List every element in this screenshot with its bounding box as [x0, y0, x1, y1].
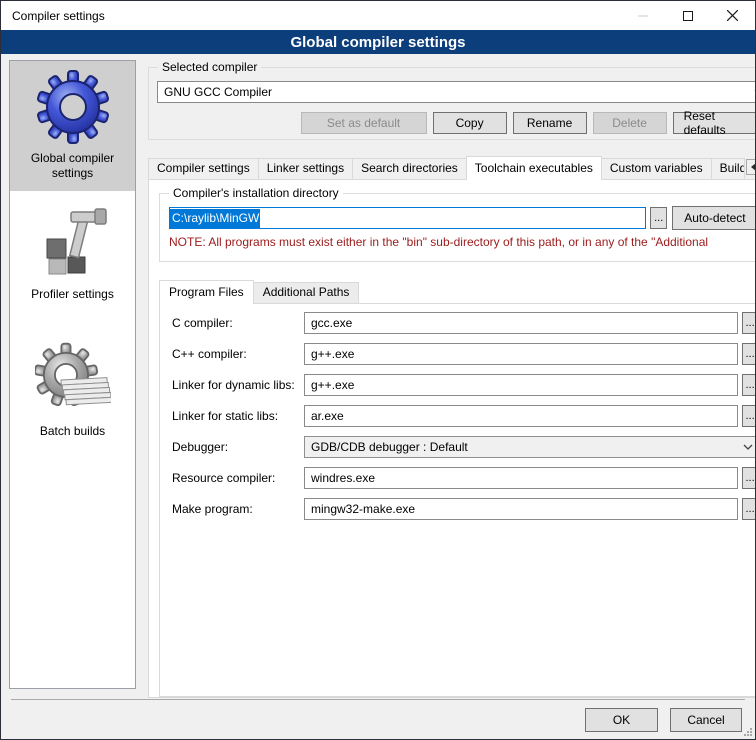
selected-compiler-group: Selected compiler GNU GCC Compiler Set a… [148, 67, 755, 140]
close-icon [727, 10, 738, 21]
installation-directory-input[interactable]: C:\raylib\MinGW [169, 207, 646, 229]
tab-scroll-left-button[interactable] [746, 159, 755, 175]
minimize-icon [638, 11, 648, 21]
close-button[interactable] [710, 1, 755, 30]
cancel-button[interactable]: Cancel [670, 708, 742, 732]
cpp-compiler-input[interactable] [305, 347, 737, 361]
auto-detect-button[interactable]: Auto-detect [672, 206, 755, 230]
batch-builds-icon [35, 342, 111, 418]
main-panel: Selected compiler GNU GCC Compiler Set a… [148, 60, 755, 699]
installation-directory-group: Compiler's installation directory C:\ray… [159, 193, 755, 262]
debugger-select[interactable]: GDB/CDB debugger : Default [304, 436, 755, 458]
field-row-debugger: Debugger: GDB/CDB debugger : Default [172, 436, 755, 458]
dynamic-linker-browse-button[interactable]: ... [742, 374, 755, 396]
resize-grip-icon[interactable] [744, 728, 753, 737]
sidebar-item-label: Global compiler settings [14, 151, 131, 181]
chevron-down-icon [738, 444, 755, 450]
c-compiler-input-wrap [304, 312, 738, 334]
tab-additional-paths[interactable]: Additional Paths [253, 282, 360, 303]
chevron-down-icon [749, 89, 755, 95]
tab-linker-settings[interactable]: Linker settings [258, 158, 353, 179]
set-as-default-button[interactable]: Set as default [301, 112, 427, 134]
resource-compiler-label: Resource compiler: [172, 471, 304, 485]
make-program-input-wrap [304, 498, 738, 520]
page-title: Global compiler settings [1, 30, 755, 54]
compiler-settings-dialog: Compiler settings Global compiler settin… [0, 0, 756, 740]
debugger-label: Debugger: [172, 440, 304, 454]
field-row-static-linker: Linker for static libs: ... [172, 405, 755, 427]
rename-button[interactable]: Rename [513, 112, 587, 134]
installation-directory-group-label: Compiler's installation directory [169, 186, 343, 200]
reset-defaults-button[interactable]: Reset defaults [673, 112, 755, 134]
ok-button[interactable]: OK [585, 708, 658, 732]
profiler-caliper-icon [35, 205, 111, 281]
minimize-button[interactable] [620, 1, 665, 30]
program-paths-tabbar: Program Files Additional Paths [159, 279, 755, 303]
field-row-c-compiler: C compiler: ... [172, 312, 755, 334]
cpp-compiler-browse-button[interactable]: ... [742, 343, 755, 365]
make-program-label: Make program: [172, 502, 304, 516]
c-compiler-label: C compiler: [172, 316, 304, 330]
maximize-button[interactable] [665, 1, 710, 30]
resource-compiler-browse-button[interactable]: ... [742, 467, 755, 489]
dialog-footer: OK Cancel [1, 699, 755, 739]
compiler-select-value: GNU GCC Compiler [158, 85, 749, 99]
field-row-resource-compiler: Resource compiler: ... [172, 467, 755, 489]
tab-search-directories[interactable]: Search directories [352, 158, 467, 179]
tab-scroll-arrows [745, 159, 755, 175]
dynamic-linker-input-wrap [304, 374, 738, 396]
static-linker-input[interactable] [305, 409, 737, 423]
tab-toolchain-executables[interactable]: Toolchain executables [466, 156, 602, 180]
tab-program-files[interactable]: Program Files [159, 280, 254, 304]
copy-button[interactable]: Copy [433, 112, 507, 134]
sidebar-item-global-compiler-settings[interactable]: Global compiler settings [10, 61, 135, 191]
sidebar-item-profiler-settings[interactable]: Profiler settings [10, 197, 135, 312]
debugger-select-value: GDB/CDB debugger : Default [305, 440, 738, 454]
field-row-dynamic-linker: Linker for dynamic libs: ... [172, 374, 755, 396]
tab-compiler-settings[interactable]: Compiler settings [148, 158, 259, 179]
selected-compiler-group-label: Selected compiler [158, 60, 261, 74]
dialog-content: Global compiler settings Profiler settin… [1, 54, 755, 699]
tab-custom-variables[interactable]: Custom variables [601, 158, 712, 179]
static-linker-input-wrap [304, 405, 738, 427]
tab-scroll-left-icon [751, 163, 755, 171]
make-program-input[interactable] [305, 502, 737, 516]
static-linker-label: Linker for static libs: [172, 409, 304, 423]
footer-buttons: OK Cancel [585, 708, 742, 732]
directory-note-text: NOTE: All programs must exist either in … [169, 235, 755, 249]
program-files-page: C compiler: ... C++ compiler: ... Linker… [159, 303, 755, 697]
browse-directory-button[interactable]: ... [650, 207, 667, 229]
resource-compiler-input[interactable] [305, 471, 737, 485]
sidebar-item-label: Profiler settings [31, 287, 114, 302]
footer-separator [11, 699, 745, 700]
dynamic-linker-input[interactable] [305, 378, 737, 392]
compiler-select[interactable]: GNU GCC Compiler [157, 81, 755, 103]
compiler-buttons-row: Set as default Copy Rename Delete Reset … [157, 112, 755, 134]
settings-tabbar: Compiler settings Linker settings Search… [148, 155, 755, 179]
make-program-browse-button[interactable]: ... [742, 498, 755, 520]
sidebar-item-batch-builds[interactable]: Batch builds [10, 334, 135, 449]
c-compiler-browse-button[interactable]: ... [742, 312, 755, 334]
resource-compiler-input-wrap [304, 467, 738, 489]
static-linker-browse-button[interactable]: ... [742, 405, 755, 427]
sidebar-item-label: Batch builds [40, 424, 105, 439]
dynamic-linker-label: Linker for dynamic libs: [172, 378, 304, 392]
field-row-make-program: Make program: ... [172, 498, 755, 520]
maximize-icon [683, 11, 693, 21]
settings-category-list: Global compiler settings Profiler settin… [9, 60, 136, 689]
field-row-cpp-compiler: C++ compiler: ... [172, 343, 755, 365]
installation-directory-row: C:\raylib\MinGW ... Auto-detect [169, 206, 755, 230]
titlebar[interactable]: Compiler settings [1, 1, 755, 30]
cpp-compiler-label: C++ compiler: [172, 347, 304, 361]
toolchain-executables-page: Compiler's installation directory C:\ray… [148, 179, 755, 698]
blue-gear-icon [35, 69, 111, 145]
cpp-compiler-input-wrap [304, 343, 738, 365]
delete-button[interactable]: Delete [593, 112, 667, 134]
installation-directory-value: C:\raylib\MinGW [170, 209, 260, 228]
c-compiler-input[interactable] [305, 316, 737, 330]
window-title: Compiler settings [1, 9, 620, 23]
tab-build-options-clipped[interactable]: Build [711, 158, 745, 179]
